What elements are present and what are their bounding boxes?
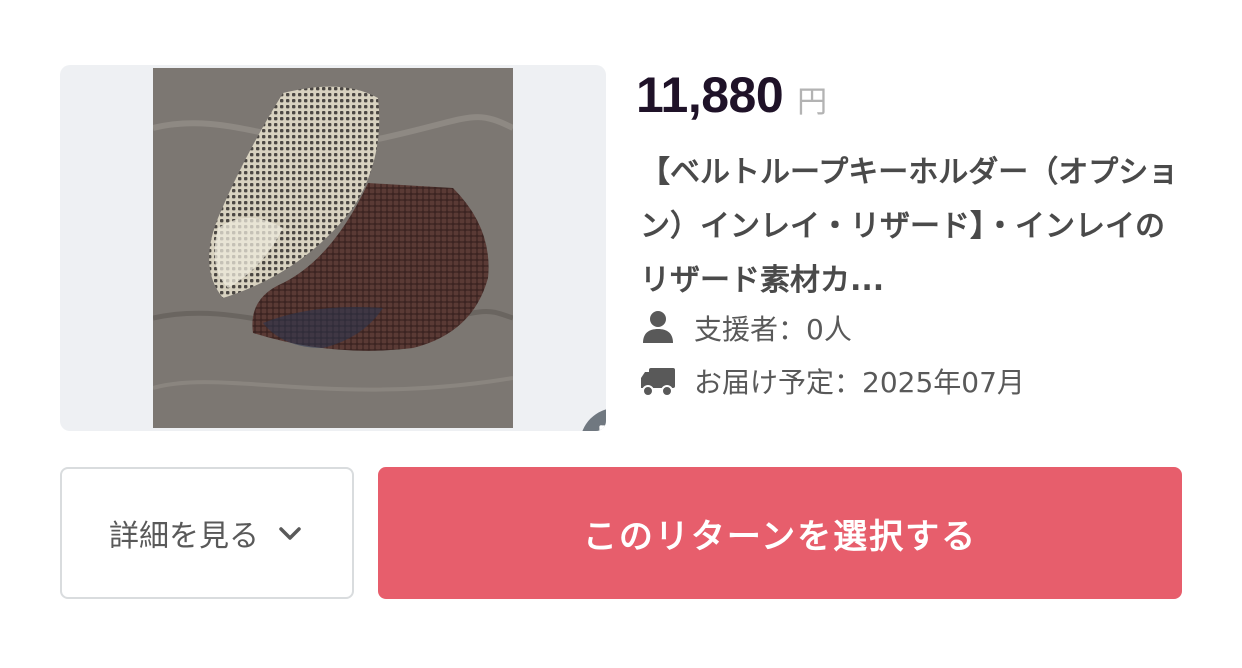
expand-image-button[interactable]	[580, 408, 606, 431]
reward-title: 【ベルトループキーホルダー（オプション）インレイ・リザード】・インレイのリザード…	[640, 155, 1179, 298]
supporters-text: 支援者：0人	[694, 313, 852, 346]
truck-icon	[638, 361, 678, 401]
details-button[interactable]: 詳細を見る	[60, 467, 354, 599]
expand-icon	[596, 422, 606, 431]
delivery-row: お届け予定：2025年07月	[638, 361, 1025, 401]
chevron-down-icon	[275, 518, 305, 548]
price-value: 11,880	[636, 67, 784, 123]
reward-image-frame[interactable]	[60, 65, 606, 431]
select-reward-button[interactable]: このリターンを選択する	[378, 467, 1182, 599]
reward-price: 11,880 円	[636, 66, 827, 124]
select-reward-label: このリターンを選択する	[582, 516, 978, 557]
details-button-label: 詳細を見る	[109, 519, 259, 554]
reward-photo[interactable]	[153, 68, 513, 428]
delivery-text: お届け予定：2025年07月	[694, 366, 1025, 399]
supporters-row: 支援者：0人	[638, 308, 852, 348]
person-icon	[638, 308, 678, 348]
price-currency: 円	[797, 85, 828, 120]
